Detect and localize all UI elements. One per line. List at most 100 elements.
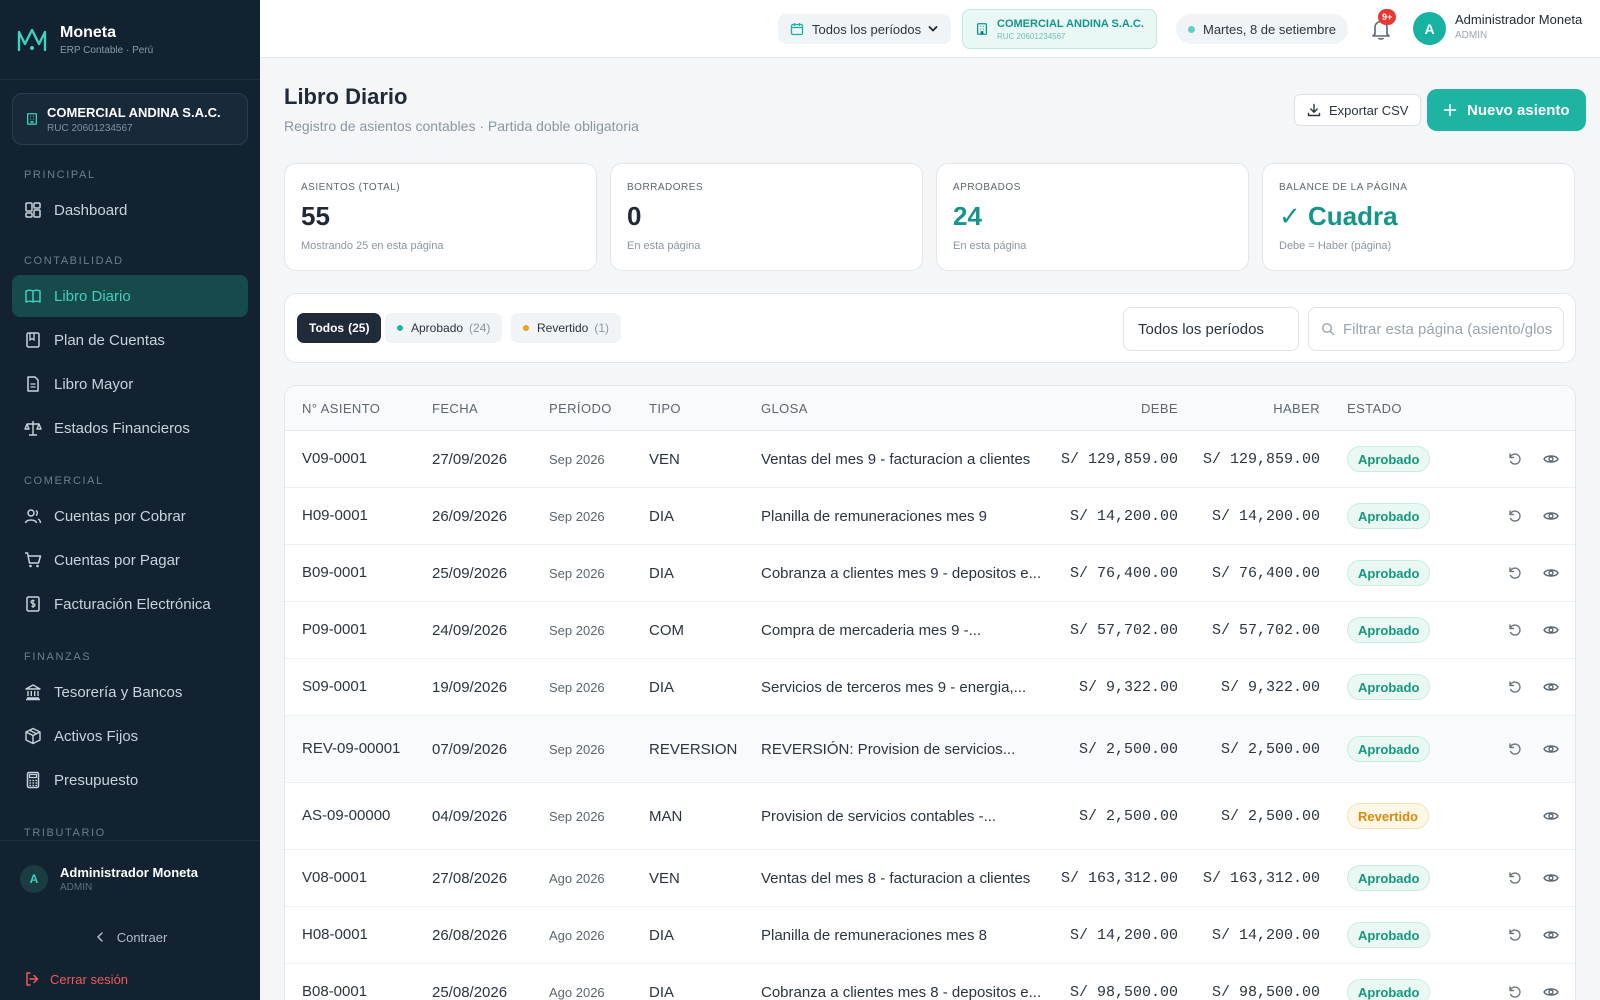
eye-icon[interactable] bbox=[1543, 927, 1559, 943]
table-row[interactable]: H08-0001 26/08/2026 Ago 2026 DIA Planill… bbox=[285, 907, 1575, 964]
stat-card-total: ASIENTOS (TOTAL) 55 Mostrando 25 en esta… bbox=[284, 163, 597, 271]
current-date: Martes, 8 de setiembre bbox=[1176, 14, 1348, 44]
table-row[interactable]: V09-0001 27/09/2026 Sep 2026 VEN Ventas … bbox=[285, 431, 1575, 488]
filter-tab-all[interactable]: Todos (25) bbox=[297, 313, 382, 343]
cell-periodo: Ago 2026 bbox=[549, 984, 605, 1000]
sidebar-item-libro-mayor[interactable]: Libro Mayor bbox=[12, 363, 248, 405]
cell-haber: S/ 76,400.00 bbox=[1211, 564, 1320, 582]
cell-estado: Aprobado bbox=[1347, 716, 1431, 782]
cell-estado: Aprobado bbox=[1347, 431, 1431, 487]
column-header-glosa[interactable]: GLOSA bbox=[761, 386, 808, 431]
company-selector[interactable]: COMERCIAL ANDINA S.A.C. RUC 20601234567 bbox=[12, 93, 248, 145]
status-badge: Aprobado bbox=[1347, 674, 1431, 700]
cell-debe: S/ 14,200.00 bbox=[1069, 507, 1178, 525]
revert-icon[interactable] bbox=[1507, 565, 1523, 581]
stat-value: 55 bbox=[301, 201, 330, 231]
eye-icon[interactable] bbox=[1543, 870, 1559, 886]
status-badge: Aprobado bbox=[1347, 979, 1431, 1000]
ledger-icon bbox=[26, 332, 40, 348]
table-row[interactable]: B09-0001 25/09/2026 Sep 2026 DIA Cobranz… bbox=[285, 545, 1575, 602]
table-row[interactable]: REV-09-00001 07/09/2026 Sep 2026 REVERSI… bbox=[285, 716, 1575, 783]
revert-icon[interactable] bbox=[1507, 622, 1523, 638]
sidebar-item-dashboard[interactable]: Dashboard bbox=[12, 189, 248, 231]
revert-icon[interactable] bbox=[1507, 679, 1523, 695]
eye-icon[interactable] bbox=[1543, 808, 1559, 824]
column-header-periodo[interactable]: PERÍODO bbox=[549, 386, 612, 431]
cell-tipo: DIA bbox=[649, 564, 675, 582]
sidebar-item-estados-financieros[interactable]: Estados Financieros bbox=[12, 407, 248, 449]
cell-fecha: 27/09/2026 bbox=[432, 450, 508, 468]
sidebar-item-presupuesto[interactable]: Presupuesto bbox=[12, 759, 248, 801]
table-row[interactable]: P09-0001 24/09/2026 Sep 2026 COM Compra … bbox=[285, 602, 1575, 659]
column-header-estado[interactable]: ESTADO bbox=[1347, 386, 1402, 431]
filter-tab-approved[interactable]: Aprobado (24) bbox=[385, 313, 503, 343]
download-icon bbox=[1307, 103, 1321, 117]
export-csv-button[interactable]: Exportar CSV bbox=[1294, 94, 1422, 126]
filter-bar: Todos (25) Aprobado (24) Revertido (1) T… bbox=[284, 293, 1576, 363]
eye-icon[interactable] bbox=[1543, 984, 1559, 1000]
export-csv-label: Exportar CSV bbox=[1329, 102, 1409, 118]
sidebar-item-cuentas-pagar[interactable]: Cuentas por Pagar bbox=[12, 539, 248, 581]
eye-icon[interactable] bbox=[1543, 679, 1559, 695]
logout-button[interactable]: Cerrar sesión bbox=[0, 957, 260, 1000]
sidebar-user[interactable]: A Administrador Moneta ADMIN bbox=[0, 841, 260, 917]
sidebar-item-cuentas-cobrar[interactable]: Cuentas por Cobrar bbox=[12, 495, 248, 537]
column-header-debe[interactable]: DEBE bbox=[1065, 386, 1178, 431]
company-ruc: RUC 20601234567 bbox=[47, 122, 133, 134]
book-open-icon bbox=[25, 289, 41, 303]
topbar-company-badge[interactable]: COMERCIAL ANDINA S.A.C. RUC 20601234567 bbox=[962, 9, 1157, 49]
cell-tipo: VEN bbox=[649, 869, 680, 887]
logout-label: Cerrar sesión bbox=[50, 971, 129, 987]
notification-badge: 9+ bbox=[1378, 9, 1397, 25]
sidebar-item-tesoreria[interactable]: Tesorería y Bancos bbox=[12, 671, 248, 713]
revert-icon[interactable] bbox=[1507, 927, 1523, 943]
cell-periodo: Sep 2026 bbox=[549, 565, 605, 581]
table-row[interactable]: AS-09-00000 04/09/2026 Sep 2026 MAN Prov… bbox=[285, 783, 1575, 850]
sidebar-item-plan-cuentas[interactable]: Plan de Cuentas bbox=[12, 319, 248, 361]
sidebar-item-activos[interactable]: Activos Fijos bbox=[12, 715, 248, 757]
topbar-user[interactable]: Administrador Moneta ADMIN bbox=[1455, 12, 1582, 41]
revert-icon[interactable] bbox=[1507, 984, 1523, 1000]
table-row[interactable]: S09-0001 19/09/2026 Sep 2026 DIA Servici… bbox=[285, 659, 1575, 716]
column-header-tipo[interactable]: TIPO bbox=[649, 386, 681, 431]
collapse-sidebar-button[interactable]: Contraer bbox=[0, 917, 260, 957]
eye-icon[interactable] bbox=[1543, 508, 1559, 524]
cell-estado: Revertido bbox=[1347, 783, 1429, 849]
new-entry-button[interactable]: Nuevo asiento bbox=[1427, 89, 1586, 131]
cell-estado: Aprobado bbox=[1347, 659, 1431, 715]
cell-debe: S/ 98,500.00 bbox=[1069, 983, 1178, 1000]
column-header-fecha[interactable]: FECHA bbox=[432, 386, 478, 431]
column-header-haber[interactable]: HABER bbox=[1205, 386, 1320, 431]
revert-icon[interactable] bbox=[1507, 741, 1523, 757]
column-header-asiento[interactable]: N° ASIENTO bbox=[302, 386, 380, 431]
revert-icon[interactable] bbox=[1507, 451, 1523, 467]
eye-icon[interactable] bbox=[1543, 741, 1559, 757]
brand[interactable]: Moneta ERP Contable · Perú bbox=[0, 0, 260, 80]
search-box[interactable] bbox=[1308, 307, 1564, 351]
revert-icon[interactable] bbox=[1507, 870, 1523, 886]
cell-tipo: DIA bbox=[649, 507, 675, 525]
period-dropdown[interactable]: Todos los períodos bbox=[778, 14, 952, 44]
revert-icon[interactable] bbox=[1507, 508, 1523, 524]
filter-tab-reverted[interactable]: Revertido (1) bbox=[511, 313, 622, 343]
status-dot bbox=[397, 325, 403, 331]
cell-debe: S/ 129,859.00 bbox=[1060, 450, 1178, 468]
eye-icon[interactable] bbox=[1543, 451, 1559, 467]
stat-label: BALANCE DE LA PÁGINA bbox=[1279, 182, 1408, 193]
stat-note: Debe = Haber (página) bbox=[1279, 240, 1392, 252]
eye-icon[interactable] bbox=[1543, 565, 1559, 581]
sidebar-item-label: Facturación Electrónica bbox=[54, 595, 211, 613]
period-select[interactable]: Todos los períodos bbox=[1123, 307, 1299, 351]
sidebar-item-facturacion[interactable]: Facturación Electrónica bbox=[12, 583, 248, 625]
table-row[interactable]: V08-0001 27/08/2026 Ago 2026 VEN Ventas … bbox=[285, 850, 1575, 907]
invoice-icon bbox=[26, 596, 40, 612]
eye-icon[interactable] bbox=[1543, 622, 1559, 638]
avatar[interactable]: A bbox=[1413, 12, 1446, 45]
table-row[interactable]: H09-0001 26/09/2026 Sep 2026 DIA Planill… bbox=[285, 488, 1575, 545]
chevron-down-icon bbox=[928, 26, 938, 32]
table-row[interactable]: B08-0001 25/08/2026 Ago 2026 DIA Cobranz… bbox=[285, 964, 1575, 1000]
page-subtitle: Registro de asientos contables · Partida… bbox=[284, 118, 639, 134]
sidebar-item-libro-diario[interactable]: Libro Diario bbox=[12, 275, 248, 317]
search-input[interactable] bbox=[1343, 320, 1553, 338]
cell-estado: Aprobado bbox=[1347, 545, 1431, 601]
